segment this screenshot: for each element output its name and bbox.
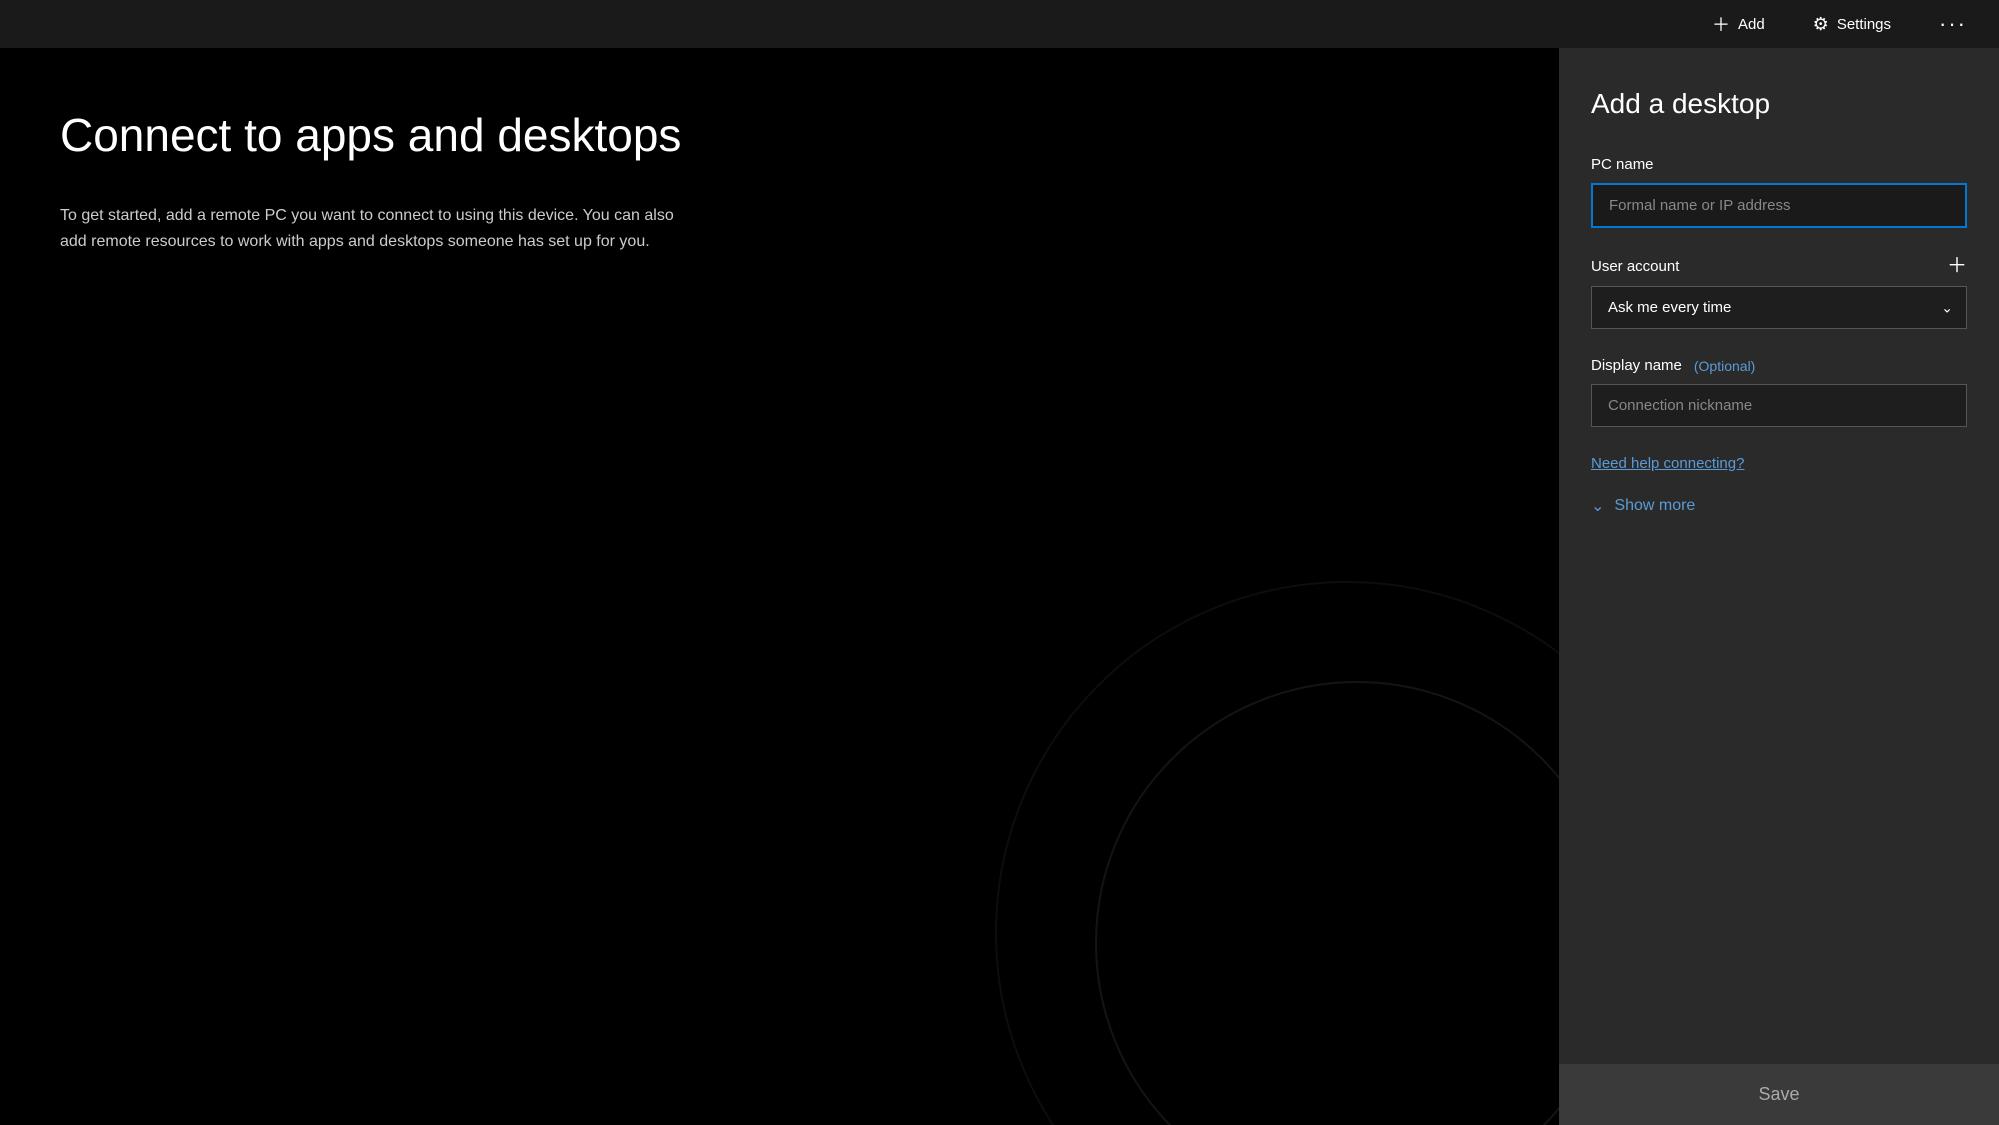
- gear-icon: ⚙: [1813, 14, 1829, 35]
- chevron-down-icon: ⌄: [1591, 496, 1604, 516]
- user-account-select[interactable]: Ask me every time Add user account: [1591, 286, 1967, 329]
- user-account-select-wrapper: Ask me every time Add user account ⌄: [1591, 286, 1967, 329]
- display-name-optional: (Optional): [1694, 358, 1755, 374]
- settings-label: Settings: [1837, 16, 1891, 33]
- topbar: ＋ Add ⚙ Settings ···: [0, 0, 1999, 48]
- show-more-label: Show more: [1614, 497, 1695, 515]
- add-label: Add: [1738, 16, 1765, 33]
- show-more-button[interactable]: ⌄ Show more: [1591, 496, 1967, 516]
- help-link[interactable]: Need help connecting?: [1591, 455, 1967, 472]
- page-title: Connect to apps and desktops: [60, 108, 1499, 163]
- pc-name-group: PC name: [1591, 156, 1967, 228]
- add-button[interactable]: ＋ Add: [1704, 7, 1773, 41]
- panel-title: Add a desktop: [1591, 88, 1967, 120]
- more-icon: ···: [1939, 11, 1967, 36]
- page-description: To get started, add a remote PC you want…: [60, 203, 700, 254]
- pc-name-label: PC name: [1591, 156, 1967, 173]
- left-panel: Connect to apps and desktops To get star…: [0, 48, 1559, 1125]
- add-icon: ＋: [1712, 11, 1730, 37]
- user-account-label: User account ＋: [1591, 256, 1967, 276]
- user-account-group: User account ＋ Ask me every time Add use…: [1591, 256, 1967, 329]
- save-button[interactable]: Save: [1591, 1084, 1967, 1105]
- display-name-label: Display name (Optional): [1591, 357, 1967, 374]
- right-panel: Add a desktop PC name User account ＋ Ask…: [1559, 48, 1999, 1125]
- display-name-input[interactable]: [1591, 384, 1967, 427]
- add-user-account-button[interactable]: ＋: [1947, 256, 1967, 276]
- main-content: Connect to apps and desktops To get star…: [0, 48, 1999, 1125]
- settings-button[interactable]: ⚙ Settings: [1805, 10, 1899, 39]
- display-name-group: Display name (Optional): [1591, 357, 1967, 427]
- save-bar: Save: [1559, 1064, 1999, 1125]
- more-button[interactable]: ···: [1931, 7, 1975, 41]
- pc-name-input[interactable]: [1591, 183, 1967, 228]
